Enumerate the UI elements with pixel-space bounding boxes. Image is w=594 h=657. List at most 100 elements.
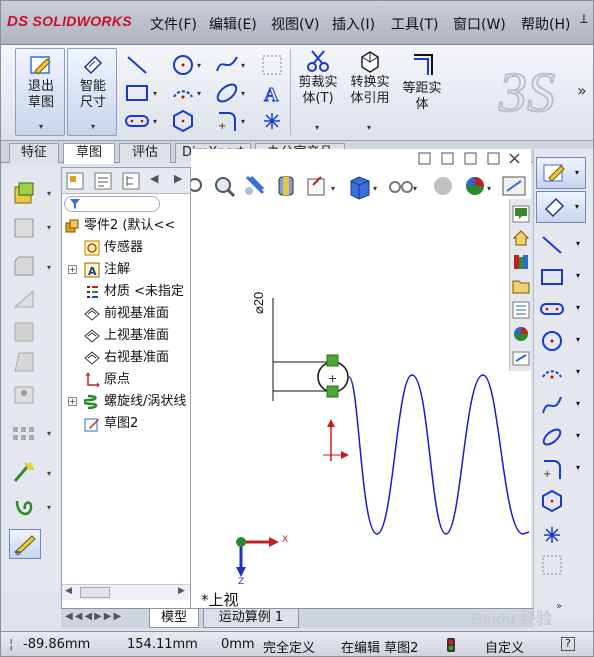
menu-help[interactable]: 帮助(H): [521, 14, 570, 34]
scroll-left-icon[interactable]: ◀: [65, 586, 72, 596]
chevron-down-icon[interactable]: ▾: [47, 469, 51, 478]
scrollbar-thumb[interactable]: [80, 587, 110, 598]
chevron-down-icon[interactable]: ▾: [47, 429, 51, 438]
appearances-icon[interactable]: [512, 325, 530, 343]
cut-extrude-icon[interactable]: [9, 213, 39, 241]
help-icon[interactable]: ?: [561, 637, 575, 651]
linear-pattern-icon[interactable]: [9, 419, 39, 447]
scroll-right-icon[interactable]: ▶: [178, 586, 185, 596]
chevron-left-icon[interactable]: ◀: [150, 172, 158, 185]
custom-properties-icon[interactable]: [512, 349, 530, 367]
tree-item-sensors[interactable]: 传感器: [62, 237, 190, 259]
instant3d-button[interactable]: [9, 529, 41, 559]
search-icon[interactable]: [512, 301, 530, 319]
fillet-icon[interactable]: +: [213, 107, 241, 135]
slot-icon[interactable]: [540, 297, 564, 321]
chevron-right-icon[interactable]: ▶: [174, 172, 182, 185]
polygon-icon[interactable]: [540, 489, 564, 513]
chevron-down-icon[interactable]: ▾: [576, 431, 580, 440]
offset-entities-icon[interactable]: [408, 51, 436, 79]
chevron-down-icon[interactable]: ▾: [16, 122, 66, 131]
tree-item-sketch2[interactable]: 草图2: [62, 413, 190, 435]
spline-icon[interactable]: [213, 51, 241, 79]
status-custom[interactable]: 自定义: [485, 637, 524, 656]
curves-icon[interactable]: [9, 493, 39, 521]
line-icon[interactable]: [123, 51, 151, 79]
solidworks-logo[interactable]: DS SOLIDWORKS: [7, 13, 132, 30]
tab-scroll-controls[interactable]: ◀◀◀▶▶▶: [65, 611, 123, 622]
chevron-down-icon[interactable]: ▾: [576, 303, 580, 312]
feature-tree-tab-icon[interactable]: [66, 172, 84, 190]
chevron-down-icon[interactable]: ▾: [153, 117, 157, 126]
tab-sketch[interactable]: 草图: [63, 143, 115, 164]
arc-icon[interactable]: [540, 361, 564, 385]
chevron-down-icon[interactable]: ▾: [575, 168, 579, 177]
tree-item-top-plane[interactable]: 上视基准面: [62, 325, 190, 347]
chevron-down-icon[interactable]: ▾: [576, 271, 580, 280]
extrude-icon[interactable]: [9, 179, 39, 207]
point-icon[interactable]: [258, 107, 286, 135]
block-icon[interactable]: [540, 553, 564, 577]
sketch-toggle-button[interactable]: ▾: [536, 157, 586, 189]
polygon-icon[interactable]: [169, 107, 197, 135]
slot-icon[interactable]: [123, 107, 151, 135]
chevron-down-icon[interactable]: ▾: [197, 89, 201, 98]
tree-item-annotations[interactable]: + A 注解: [62, 259, 190, 281]
tab-model[interactable]: 模型: [149, 609, 199, 628]
spline-icon[interactable]: [540, 393, 564, 417]
relation-icon[interactable]: [326, 385, 339, 398]
expand-icon[interactable]: +: [68, 265, 77, 274]
filter-input[interactable]: [64, 196, 160, 212]
chevron-down-icon[interactable]: ▾: [576, 463, 580, 472]
graphics-area[interactable]: ▾ ▾ ▾ ▾ + ⌀20 X Z *上视: [191, 149, 531, 609]
rib-icon[interactable]: [9, 285, 39, 313]
shell-icon[interactable]: [9, 317, 39, 345]
block-icon[interactable]: [258, 51, 286, 79]
chevron-down-icon[interactable]: ▾: [576, 335, 580, 344]
tree-item-right-plane[interactable]: 右视基准面: [62, 347, 190, 369]
relation-icon[interactable]: [326, 354, 339, 367]
ellipse-icon[interactable]: [213, 79, 241, 107]
convert-entities-label[interactable]: 转换实体引用: [345, 75, 395, 107]
chevron-down-icon[interactable]: ▾: [576, 399, 580, 408]
tree-item-material[interactable]: 材质 <未指定: [62, 281, 190, 303]
menu-window[interactable]: 窗口(W): [453, 14, 506, 34]
chevron-down-icon[interactable]: ▾: [68, 122, 118, 131]
menu-tools[interactable]: 工具(T): [391, 14, 438, 34]
dimension-label[interactable]: ⌀20: [251, 292, 267, 314]
circle-icon[interactable]: [540, 329, 564, 353]
rectangle-icon[interactable]: [123, 79, 151, 107]
fillet-icon[interactable]: +: [540, 457, 564, 481]
rectangle-icon[interactable]: [540, 265, 564, 289]
chevron-down-icon[interactable]: ▾: [197, 61, 201, 70]
horizontal-scrollbar[interactable]: ◀ ▶: [62, 584, 190, 600]
solidworks-resources-icon[interactable]: [512, 205, 530, 223]
point-icon[interactable]: [540, 523, 564, 547]
menu-view[interactable]: 视图(V): [271, 14, 320, 34]
tree-item-origin[interactable]: 原点: [62, 369, 190, 391]
sketch-canvas[interactable]: +: [191, 149, 531, 609]
menu-edit[interactable]: 编辑(E): [209, 14, 257, 34]
smart-dimension-side-button[interactable]: ▾: [536, 191, 586, 223]
chevron-down-icon[interactable]: ▾: [575, 202, 579, 211]
expand-icon[interactable]: +: [68, 397, 77, 406]
design-library-icon[interactable]: [512, 253, 530, 271]
ribbon-more-button[interactable]: »: [577, 81, 587, 100]
chevron-down-icon[interactable]: ▾: [47, 189, 51, 198]
chevron-down-icon[interactable]: ▾: [576, 239, 580, 248]
hole-icon[interactable]: [9, 379, 39, 407]
ellipse-icon[interactable]: [540, 425, 564, 449]
menu-file[interactable]: 文件(F): [150, 14, 197, 34]
chevron-down-icon[interactable]: ▾: [576, 367, 580, 376]
configuration-tab-icon[interactable]: [122, 172, 140, 190]
exit-sketch-button[interactable]: 退出草图 ▾: [15, 48, 65, 136]
more-tools-icon[interactable]: »: [556, 601, 562, 612]
circle-icon[interactable]: [169, 51, 197, 79]
menu-insert[interactable]: 插入(I): [332, 14, 375, 34]
chevron-down-icon[interactable]: ▾: [315, 123, 319, 132]
trim-icon[interactable]: [304, 47, 332, 75]
tree-item-part[interactable]: 零件2 (默认<<: [62, 215, 190, 237]
pin-button[interactable]: ⊥: [573, 8, 593, 30]
chevron-down-icon[interactable]: ▾: [153, 89, 157, 98]
text-icon[interactable]: A: [258, 79, 286, 107]
